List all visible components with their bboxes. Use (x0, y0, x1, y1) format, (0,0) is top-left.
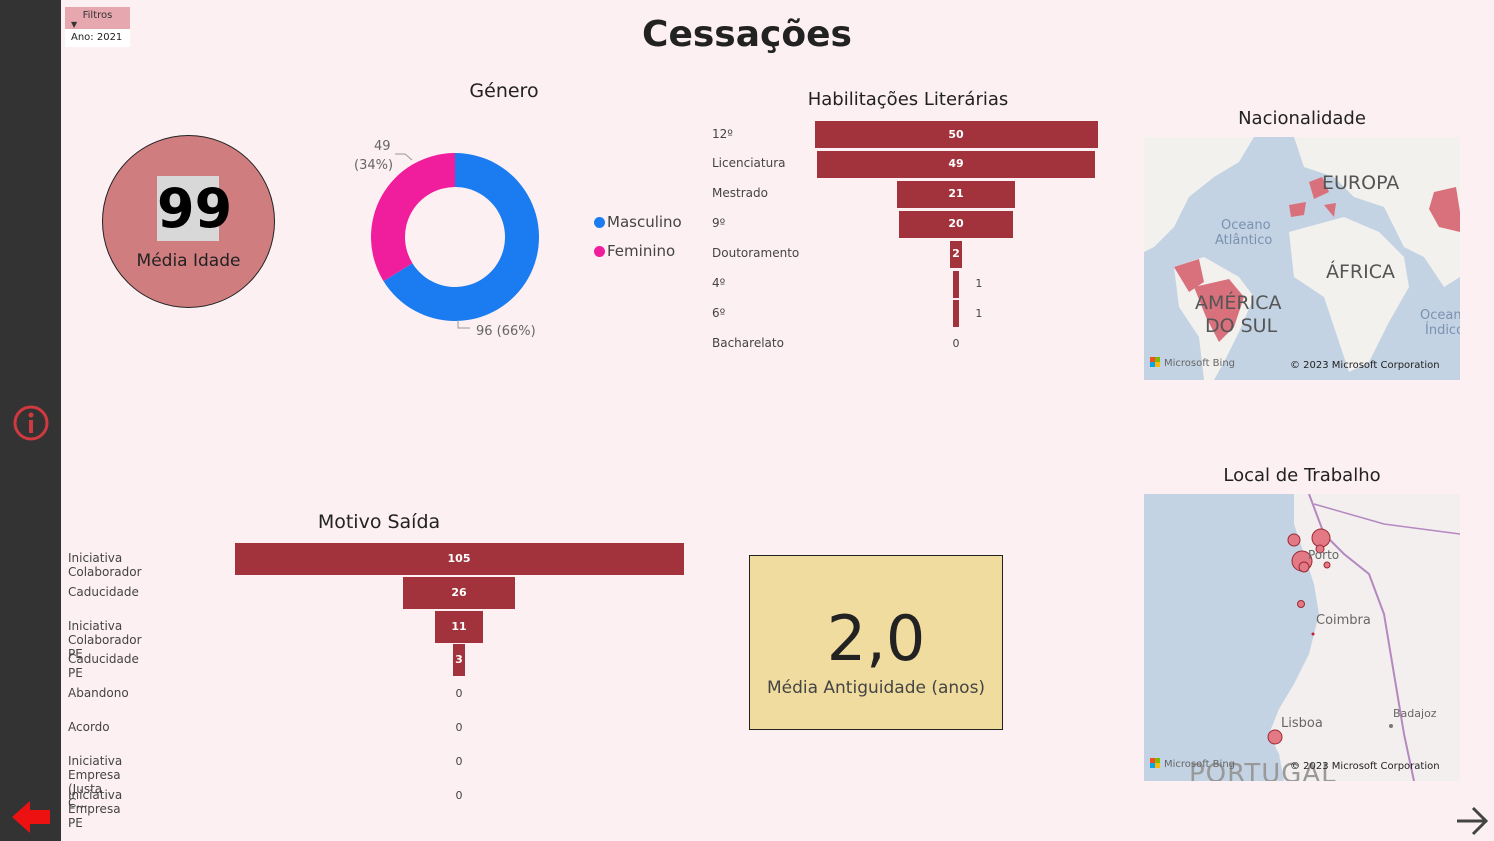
age-label: Média Idade (136, 251, 241, 271)
map-label-oceano: Oceano (1221, 218, 1271, 233)
genero-title: Género (469, 80, 539, 102)
local-map[interactable]: Porto Coimbra Lisboa Badajoz PORTUGAL Mi… (1144, 494, 1460, 781)
habilitacoes-value: 1 (975, 277, 983, 290)
habilitacoes-bar[interactable] (953, 300, 959, 328)
map-copyright: © 2023 Microsoft Corporation (1290, 360, 1440, 371)
map-label-coimbra: Coimbra (1316, 613, 1371, 628)
map-label-oceano-indico: Oceano (1420, 308, 1460, 323)
motivo-label: Iniciativa Colaborador (68, 551, 142, 579)
legend-label-masculino[interactable]: Masculino (607, 213, 682, 231)
back-arrow-icon[interactable] (10, 798, 52, 836)
motivo-label: Caducidade PE (68, 652, 139, 681)
motivo-label: Abandono (68, 686, 129, 701)
age-value: 99 (157, 176, 233, 241)
motivo-value: 11 (451, 619, 467, 633)
bing-logo-text: Microsoft Bing (1164, 358, 1236, 369)
motivo-value: 0 (455, 788, 463, 802)
habilitacoes-value: 20 (948, 217, 964, 231)
map-label-do-sul: DO SUL (1205, 315, 1278, 337)
map-label-europa: EUROPA (1322, 172, 1400, 194)
habilitacoes-label: 4º (712, 276, 726, 290)
habilitacoes-title: Habilitações Literárias (807, 89, 1009, 110)
motivo-value: 0 (455, 721, 463, 734)
donut-leader-lines (395, 153, 470, 329)
habilitacoes-value: 49 (948, 157, 964, 171)
habilitacoes-value: 21 (948, 187, 964, 201)
nacionalidade-title: Nacionalidade (1238, 108, 1366, 129)
map-label-indico: Índico (1425, 323, 1460, 338)
legend-dot-feminino (594, 246, 605, 257)
motivo-label: Caducidade (68, 584, 139, 599)
habilitacoes-label: Licenciatura (712, 156, 786, 171)
map-label-lisboa: Lisboa (1281, 716, 1323, 731)
habilitacoes-label: Doutoramento (712, 246, 800, 261)
habilitacoes-value: 0 (952, 336, 960, 350)
motivo-label: Iniciativa Empresa PE (68, 787, 123, 830)
forward-arrow-icon[interactable] (1453, 804, 1491, 838)
local-title: Local de Trabalho (1223, 465, 1381, 486)
info-icon[interactable] (12, 404, 50, 442)
map-label-africa: ÁFRICA (1326, 261, 1395, 283)
map-label-porto: Porto (1308, 548, 1340, 562)
habilitacoes-label: 12º (712, 126, 733, 141)
map-label-badajoz: Badajoz (1393, 707, 1437, 720)
donut-label-feminino-count: 49 (374, 139, 391, 154)
antiguidade-value: 2,0 (826, 602, 926, 675)
portugal-map-graphic (1144, 494, 1460, 781)
map-copyright-local: © 2023 Microsoft Corporation (1290, 761, 1440, 772)
world-map-graphic (1144, 137, 1460, 380)
donut-label-masculino: 96 (66%) (476, 324, 536, 339)
habilitacoes-value: 2 (952, 247, 960, 261)
habilitacoes-label: 9º (712, 216, 726, 231)
habilitacoes-label: Bacharelato (712, 335, 784, 350)
page-title: Cessações (642, 14, 852, 55)
map-label-atlantico: Atlântico (1215, 233, 1273, 248)
motivo-title: Motivo Saída (317, 511, 441, 533)
legend-dot-masculino (594, 217, 605, 228)
motivo-value: 26 (451, 585, 467, 599)
habilitacoes-value: 50 (948, 127, 964, 141)
habilitacoes-value: 1 (975, 306, 983, 320)
habilitacoes-bar[interactable] (953, 270, 959, 298)
motivo-value: 105 (447, 552, 471, 565)
antiguidade-label: Média Antiguidade (anos) (766, 678, 986, 698)
bing-logo-text-local: Microsoft Bing (1164, 759, 1236, 770)
map-label-america: AMÉRICA (1195, 292, 1282, 314)
motivo-label: Acordo (68, 720, 110, 734)
motivo-value: 0 (455, 754, 463, 768)
habilitacoes-label: 6º (712, 305, 726, 320)
motivo-value: 0 (455, 687, 463, 701)
habilitacoes-label: Mestrado (712, 186, 768, 201)
nacionalidade-map[interactable]: EUROPA Oceano Atlântico ÁFRICA AMÉRICA D… (1144, 137, 1460, 380)
donut-label-feminino-pct: (34%) (354, 158, 394, 173)
motivo-value: 3 (455, 653, 463, 667)
legend-label-feminino[interactable]: Feminino (607, 242, 675, 260)
